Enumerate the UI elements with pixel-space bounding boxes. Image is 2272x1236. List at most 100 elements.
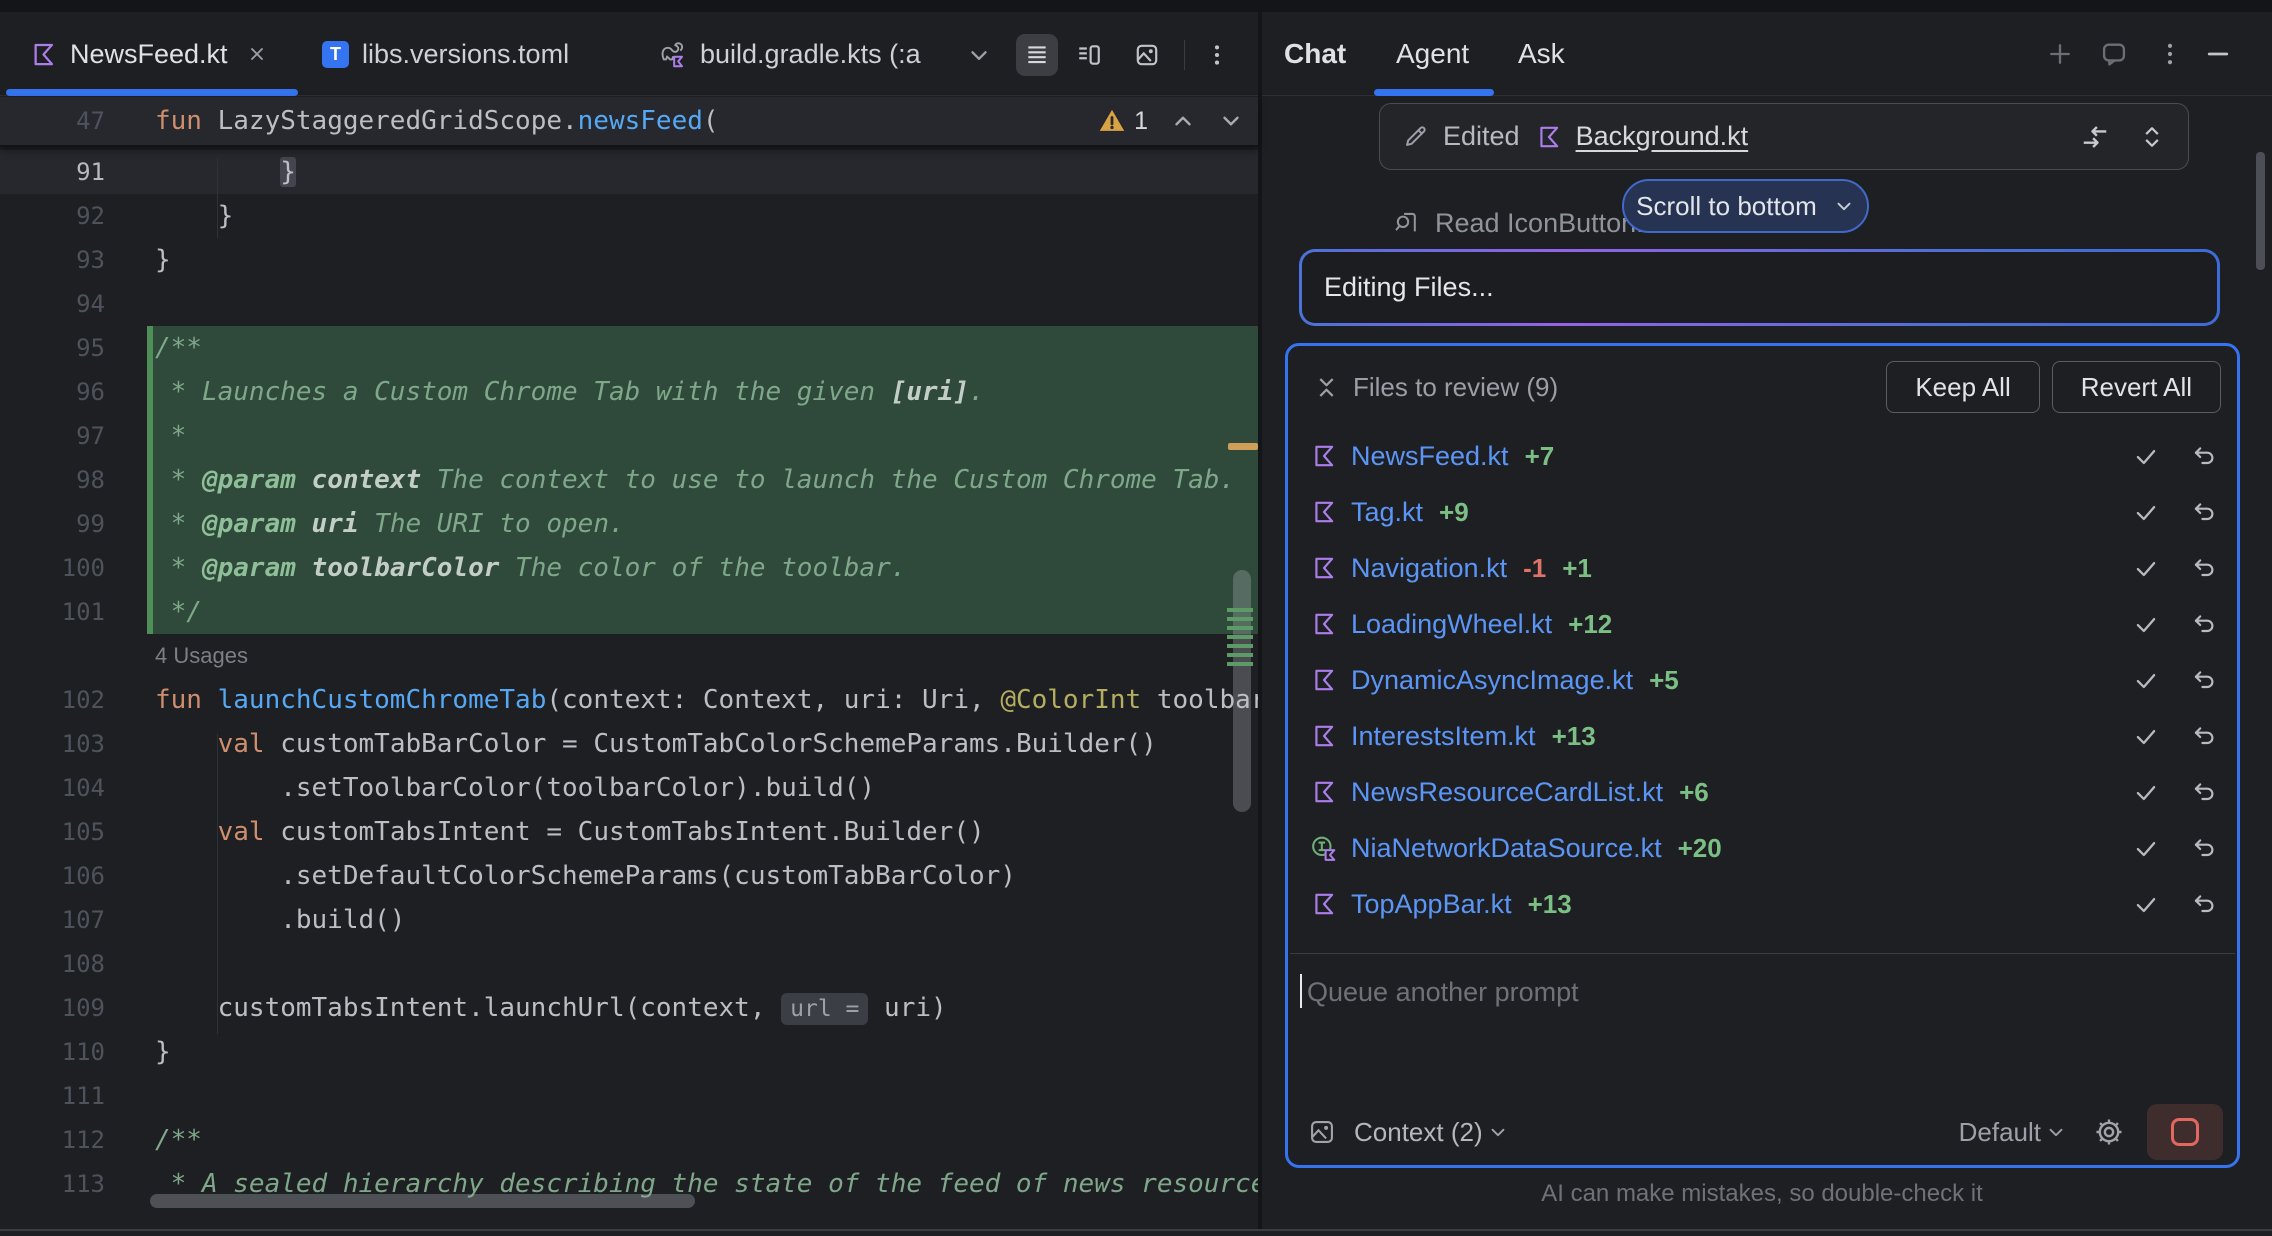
- file-name-link[interactable]: Navigation.kt: [1351, 553, 1507, 584]
- keep-file-button[interactable]: [2133, 779, 2159, 805]
- revert-file-button[interactable]: [2191, 667, 2217, 693]
- expand-chevrons-icon[interactable]: [2138, 123, 2166, 151]
- code-line[interactable]: 108: [0, 942, 1258, 986]
- context-dropdown[interactable]: Context (2): [1354, 1117, 1483, 1148]
- code-line[interactable]: 109 customTabsIntent.launchUrl(context, …: [0, 986, 1258, 1030]
- keep-file-button[interactable]: [2133, 611, 2159, 637]
- tab-ask[interactable]: Ask: [1518, 12, 1565, 96]
- editor-vertical-scrollbar[interactable]: [1233, 570, 1251, 812]
- editor-horizontal-scrollbar[interactable]: [150, 1194, 695, 1208]
- code-lines[interactable]: 91 }92 }93}9495/**96 * Launches a Custom…: [0, 150, 1258, 1206]
- code-line[interactable]: 105 val customTabsIntent = CustomTabsInt…: [0, 810, 1258, 854]
- usages-hint[interactable]: 4 Usages: [0, 634, 1258, 678]
- tab-build-gradle[interactable]: build.gradle.kts (:a: [658, 12, 921, 96]
- chevron-down-icon[interactable]: [1487, 1121, 1509, 1143]
- file-row[interactable]: Navigation.kt-1+1: [1288, 540, 2237, 596]
- keep-file-button[interactable]: [2133, 835, 2159, 861]
- model-dropdown[interactable]: Default: [1959, 1117, 2041, 1148]
- tab-newsfeed[interactable]: NewsFeed.kt: [30, 12, 267, 96]
- stripe-diff-mark[interactable]: [1227, 608, 1253, 666]
- revert-file-button[interactable]: [2191, 443, 2217, 469]
- file-name-link[interactable]: LoadingWheel.kt: [1351, 609, 1552, 640]
- revert-file-button[interactable]: [2191, 835, 2217, 861]
- edited-file-link[interactable]: Background.kt: [1576, 121, 1749, 152]
- keep-all-button[interactable]: Keep All: [1886, 361, 2039, 413]
- status-bar-divider: [0, 1229, 2272, 1231]
- code-line[interactable]: 106 .setDefaultColorSchemeParams(customT…: [0, 854, 1258, 898]
- collapse-icon[interactable]: [1314, 374, 1339, 401]
- file-name-link[interactable]: NewsFeed.kt: [1351, 441, 1509, 472]
- code-line[interactable]: 98 * @param context The context to use t…: [0, 458, 1258, 502]
- file-name-link[interactable]: NewsResourceCardList.kt: [1351, 777, 1663, 808]
- file-name-link[interactable]: InterestsItem.kt: [1351, 721, 1536, 752]
- keep-file-button[interactable]: [2133, 891, 2159, 917]
- revert-file-button[interactable]: [2191, 499, 2217, 525]
- view-toggle-design[interactable]: [1126, 34, 1168, 76]
- code-line[interactable]: 101 */: [0, 590, 1258, 634]
- code-line[interactable]: 97 *: [0, 414, 1258, 458]
- file-name-link[interactable]: DynamicAsyncImage.kt: [1351, 665, 1633, 696]
- tab-agent[interactable]: Agent: [1396, 12, 1469, 96]
- code-line[interactable]: 91 }: [0, 150, 1258, 194]
- code-line[interactable]: 92 }: [0, 194, 1258, 238]
- keep-file-button[interactable]: [2133, 667, 2159, 693]
- keep-file-button[interactable]: [2133, 499, 2159, 525]
- file-name-link[interactable]: NiaNetworkDataSource.kt: [1351, 833, 1662, 864]
- stop-icon: [2171, 1118, 2199, 1146]
- scroll-to-bottom-button[interactable]: Scroll to bottom: [1622, 179, 1869, 233]
- new-chat-plus-icon[interactable]: [2044, 38, 2076, 70]
- revert-file-button[interactable]: [2191, 723, 2217, 749]
- file-row[interactable]: DynamicAsyncImage.kt+5: [1288, 652, 2237, 708]
- revert-file-button[interactable]: [2191, 779, 2217, 805]
- view-toggle-code[interactable]: [1016, 34, 1058, 76]
- revert-file-button[interactable]: [2191, 611, 2217, 637]
- chat-scrollbar[interactable]: [2256, 152, 2265, 270]
- close-icon[interactable]: [247, 44, 267, 64]
- stripe-warning-mark[interactable]: [1228, 443, 1258, 450]
- file-name-link[interactable]: Tag.kt: [1351, 497, 1423, 528]
- keep-file-button[interactable]: [2133, 555, 2159, 581]
- code-line[interactable]: 99 * @param uri The URI to open.: [0, 502, 1258, 546]
- edited-file-card[interactable]: Edited Background.kt: [1379, 103, 2189, 170]
- editor-options-kebab-icon[interactable]: [1196, 34, 1238, 76]
- gear-icon[interactable]: [2093, 1116, 2125, 1148]
- keep-file-button[interactable]: [2133, 443, 2159, 469]
- code-line[interactable]: 93}: [0, 238, 1258, 282]
- tab-chat[interactable]: Chat: [1284, 12, 1346, 96]
- file-row[interactable]: NewsFeed.kt+7: [1288, 428, 2237, 484]
- file-name-link[interactable]: TopAppBar.kt: [1351, 889, 1512, 920]
- chat-history-icon[interactable]: [2098, 38, 2130, 70]
- file-row[interactable]: NewsResourceCardList.kt+6: [1288, 764, 2237, 820]
- tab-libs-versions-toml[interactable]: T libs.versions.toml: [322, 12, 569, 96]
- revert-all-button[interactable]: Revert All: [2052, 361, 2221, 413]
- prompt-input[interactable]: Queue another prompt: [1307, 977, 1579, 1008]
- view-toggle-split[interactable]: [1068, 34, 1110, 76]
- revert-file-button[interactable]: [2191, 555, 2217, 581]
- file-row[interactable]: LoadingWheel.kt+12: [1288, 596, 2237, 652]
- keep-file-button[interactable]: [2133, 723, 2159, 749]
- line-number: 91: [0, 150, 105, 194]
- code-line[interactable]: 112/**: [0, 1118, 1258, 1162]
- file-row[interactable]: InterestsItem.kt+13: [1288, 708, 2237, 764]
- file-row[interactable]: NiaNetworkDataSource.kt+20: [1288, 820, 2237, 876]
- code-line[interactable]: 102fun launchCustomChromeTab(context: Co…: [0, 678, 1258, 722]
- code-line[interactable]: 104 .setToolbarColor(toolbarColor).build…: [0, 766, 1258, 810]
- code-line[interactable]: 94: [0, 282, 1258, 326]
- code-line[interactable]: 96 * Launches a Custom Chrome Tab with t…: [0, 370, 1258, 414]
- code-line[interactable]: 110}: [0, 1030, 1258, 1074]
- file-row[interactable]: TopAppBar.kt+13: [1288, 876, 2237, 932]
- code-line[interactable]: 100 * @param toolbarColor The color of t…: [0, 546, 1258, 590]
- stop-button[interactable]: [2147, 1104, 2223, 1160]
- code-line[interactable]: 107 .build(): [0, 898, 1258, 942]
- chevron-down-icon[interactable]: [2045, 1121, 2067, 1143]
- code-line[interactable]: 103 val customTabBarColor = CustomTabCol…: [0, 722, 1258, 766]
- revert-file-button[interactable]: [2191, 891, 2217, 917]
- chat-options-kebab-icon[interactable]: [2154, 38, 2186, 70]
- chevron-down-icon[interactable]: [966, 42, 992, 68]
- diff-arrows-icon[interactable]: [2080, 122, 2110, 152]
- code-line[interactable]: 95/**: [0, 326, 1258, 370]
- code-line[interactable]: 111: [0, 1074, 1258, 1118]
- minimize-icon[interactable]: [2202, 38, 2234, 70]
- file-row[interactable]: Tag.kt+9: [1288, 484, 2237, 540]
- attach-image-icon[interactable]: [1308, 1118, 1336, 1146]
